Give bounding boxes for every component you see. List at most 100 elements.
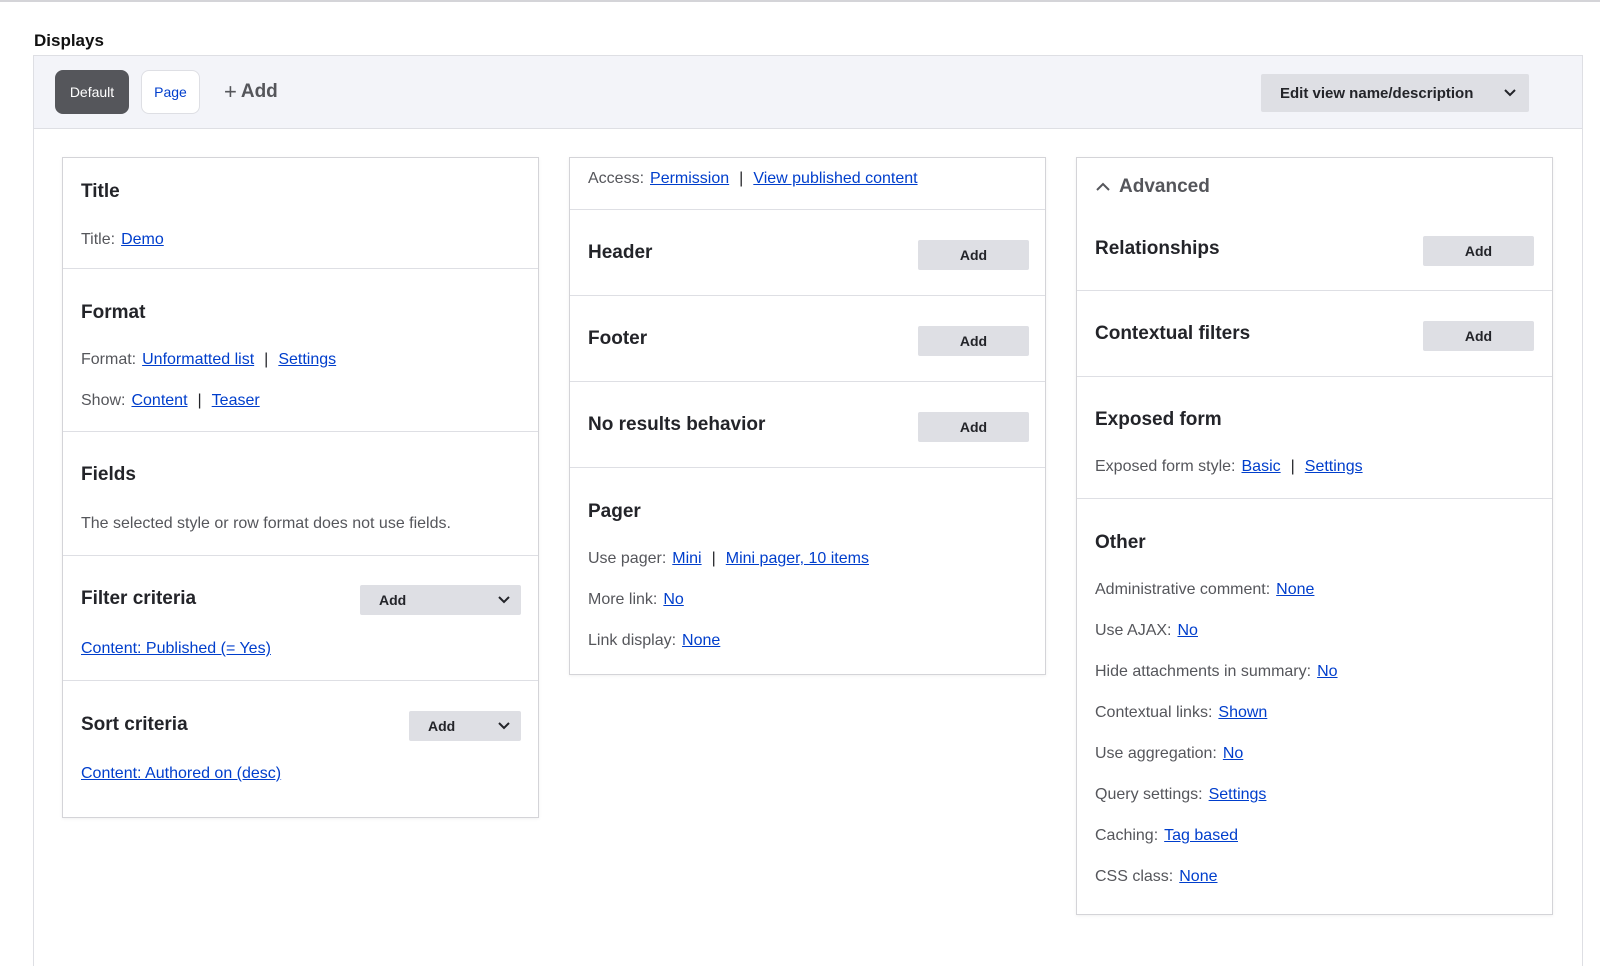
advanced-label: Advanced [1119,176,1210,197]
exposed-form-value-link[interactable]: Basic [1242,458,1281,475]
section-header: Header Add [570,210,1045,296]
column-middle: Access: Permission | View published content… [569,157,1046,675]
format-value-link[interactable]: Unformatted list [142,351,254,368]
other-row-label: Hide attachments in summary: [1095,663,1312,680]
title-row: Title: Demo [81,231,164,249]
no-results-add-button[interactable]: Add [918,412,1029,442]
chevron-down-icon [498,596,510,604]
separator: | [739,170,744,187]
access-detail-link[interactable]: View published content [753,170,917,187]
section-pager-heading: Pager [588,501,641,522]
format-label: Format: [81,351,137,368]
other-row-value-link[interactable]: None [1179,868,1217,885]
section-title: Title Title: Demo [63,158,538,269]
show-label: Show: [81,392,126,409]
relationships-add-button[interactable]: Add [1423,236,1534,266]
edit-view-name-button[interactable]: Edit view name/description [1261,74,1529,112]
display-tabs-bar: Default Page + Add Edit view name/descri… [34,56,1582,129]
more-link-value-link[interactable]: No [663,591,683,608]
tab-page[interactable]: Page [141,70,200,114]
other-row-label: Use AJAX: [1095,622,1172,639]
other-row-label: CSS class: [1095,868,1174,885]
section-relationships-heading: Relationships [1095,238,1220,259]
section-header-heading: Header [588,242,653,263]
use-pager-row: Use pager: Mini | Mini pager, 10 items [588,550,869,568]
section-filter-heading: Filter criteria [81,588,197,609]
column-advanced: Advanced Relationships Add Contextual fi… [1076,157,1553,915]
show-value-link[interactable]: Content [131,392,187,409]
access-value-link[interactable]: Permission [650,170,729,187]
other-row: CSS class: None [1095,868,1218,886]
section-title-heading: Title [81,181,120,202]
access-row: Access: Permission | View published content [588,170,918,188]
separator: | [197,392,202,409]
show-row: Show: Content | Teaser [81,392,260,410]
advanced-toggle[interactable]: Advanced [1095,176,1210,198]
section-other: Other Administrative comment: None Use AJ… [1077,499,1552,916]
link-display-label: Link display: [588,632,677,649]
section-contextual-heading: Contextual filters [1095,323,1251,344]
title-label: Title: [81,231,116,248]
section-footer: Footer Add [570,296,1045,382]
separator: | [1290,458,1295,475]
other-row-value-link[interactable]: No [1223,745,1243,762]
section-exposed-form: Exposed form Exposed form style: Basic | Se… [1077,377,1552,499]
link-display-row: Link display: None [588,632,720,650]
sort-add-dropdown[interactable]: Add [409,711,521,741]
other-row-label: Caching: [1095,827,1159,844]
separator: | [711,550,716,567]
filter-item-link[interactable]: Content: Published (= Yes) [81,640,271,657]
link-display-value-link[interactable]: None [682,632,720,649]
section-format-heading: Format [81,302,146,323]
tab-default[interactable]: Default [55,70,129,114]
other-row-value-link[interactable]: No [1317,663,1337,680]
add-display-button[interactable]: + Add [224,78,278,106]
title-value-link[interactable]: Demo [121,231,164,248]
section-sort-criteria: Sort criteria Add Content: Authored on (… [63,681,538,819]
format-settings-link[interactable]: Settings [278,351,336,368]
sort-add-label: Add [428,718,456,734]
section-filter-criteria: Filter criteria Add Content: Published (… [63,556,538,681]
sort-item-row: Content: Authored on (desc) [81,765,281,783]
use-pager-value-link[interactable]: Mini [672,550,701,567]
use-pager-label: Use pager: [588,550,667,567]
fields-note: The selected style or row format does no… [81,515,451,532]
format-row: Format: Unformatted list | Settings [81,351,336,369]
other-row-value-link[interactable]: No [1177,622,1197,639]
chevron-down-icon [498,722,510,730]
displays-heading: Displays [34,31,104,50]
other-row: Administrative comment: None [1095,581,1314,599]
contextual-add-button[interactable]: Add [1423,321,1534,351]
more-link-row: More link: No [588,591,684,609]
other-row-value-link[interactable]: Shown [1218,704,1267,721]
other-row-label: Contextual links: [1095,704,1213,721]
other-row: Caching: Tag based [1095,827,1238,845]
filter-item-row: Content: Published (= Yes) [81,640,271,658]
use-pager-detail-link[interactable]: Mini pager, 10 items [726,550,869,567]
other-row: Contextual links: Shown [1095,704,1267,722]
other-row-label: Query settings: [1095,786,1203,803]
other-row: Hide attachments in summary: No [1095,663,1338,681]
other-row-value-link[interactable]: Tag based [1164,827,1238,844]
sort-item-link[interactable]: Content: Authored on (desc) [81,765,281,782]
other-row-value-link[interactable]: None [1276,581,1314,598]
filter-add-label: Add [379,592,407,608]
section-no-results-heading: No results behavior [588,414,766,435]
show-mode-link[interactable]: Teaser [212,392,260,409]
footer-add-button[interactable]: Add [918,326,1029,356]
other-row: Use aggregation: No [1095,745,1243,763]
section-footer-heading: Footer [588,328,648,349]
header-add-button[interactable]: Add [918,240,1029,270]
section-access: Access: Permission | View published content [570,158,1045,210]
other-row: Query settings: Settings [1095,786,1266,804]
exposed-form-settings-link[interactable]: Settings [1305,458,1363,475]
edit-view-name-label: Edit view name/description [1280,84,1474,102]
section-sort-heading: Sort criteria [81,714,188,735]
other-row-value-link[interactable]: Settings [1209,786,1267,803]
section-fields: Fields The selected style or row format … [63,432,538,556]
plus-icon: + [224,79,237,104]
section-pager: Pager Use pager: Mini | Mini pager, 10 item… [570,468,1045,676]
chevron-down-icon [1504,89,1516,97]
section-fields-heading: Fields [81,464,136,485]
filter-add-dropdown[interactable]: Add [360,585,521,615]
